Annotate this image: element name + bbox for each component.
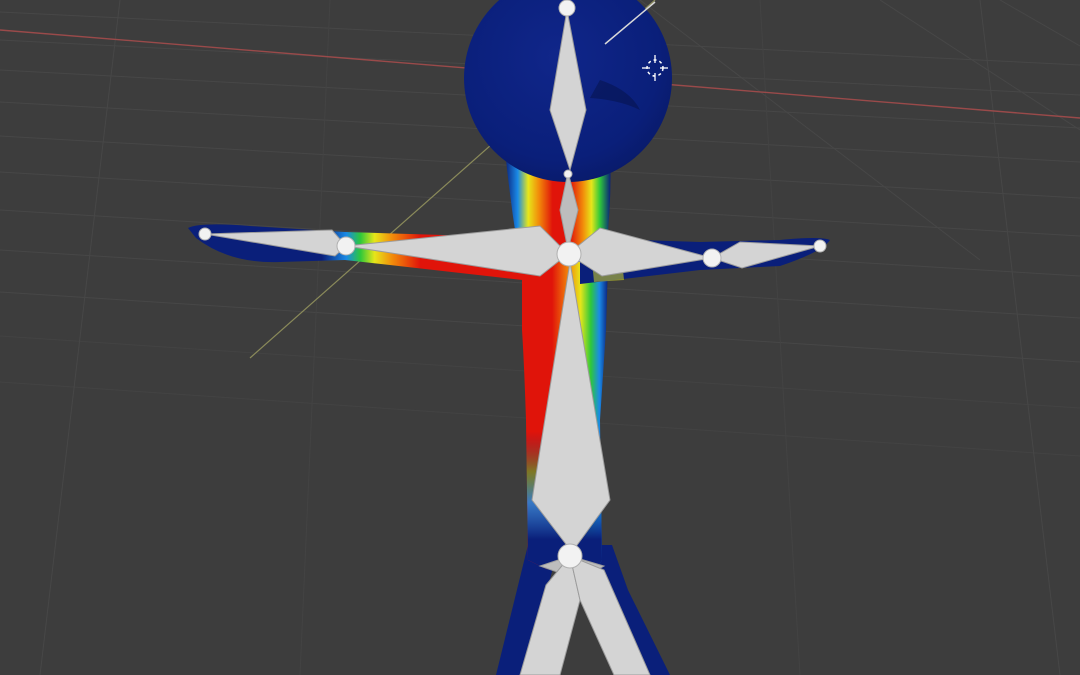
joint-elbow-left[interactable] xyxy=(336,236,356,256)
joint-hand-right[interactable] xyxy=(813,239,827,253)
joint-head-tip[interactable] xyxy=(558,0,576,17)
character-mesh[interactable] xyxy=(188,0,830,675)
joint-neck[interactable] xyxy=(563,169,573,179)
joint-hip[interactable] xyxy=(557,543,583,569)
viewport-canvas[interactable] xyxy=(0,0,1080,675)
joint-hand-left[interactable] xyxy=(198,227,212,241)
joint-elbow-right[interactable] xyxy=(702,248,722,268)
joint-chest[interactable] xyxy=(556,241,582,267)
3d-viewport[interactable] xyxy=(0,0,1080,675)
